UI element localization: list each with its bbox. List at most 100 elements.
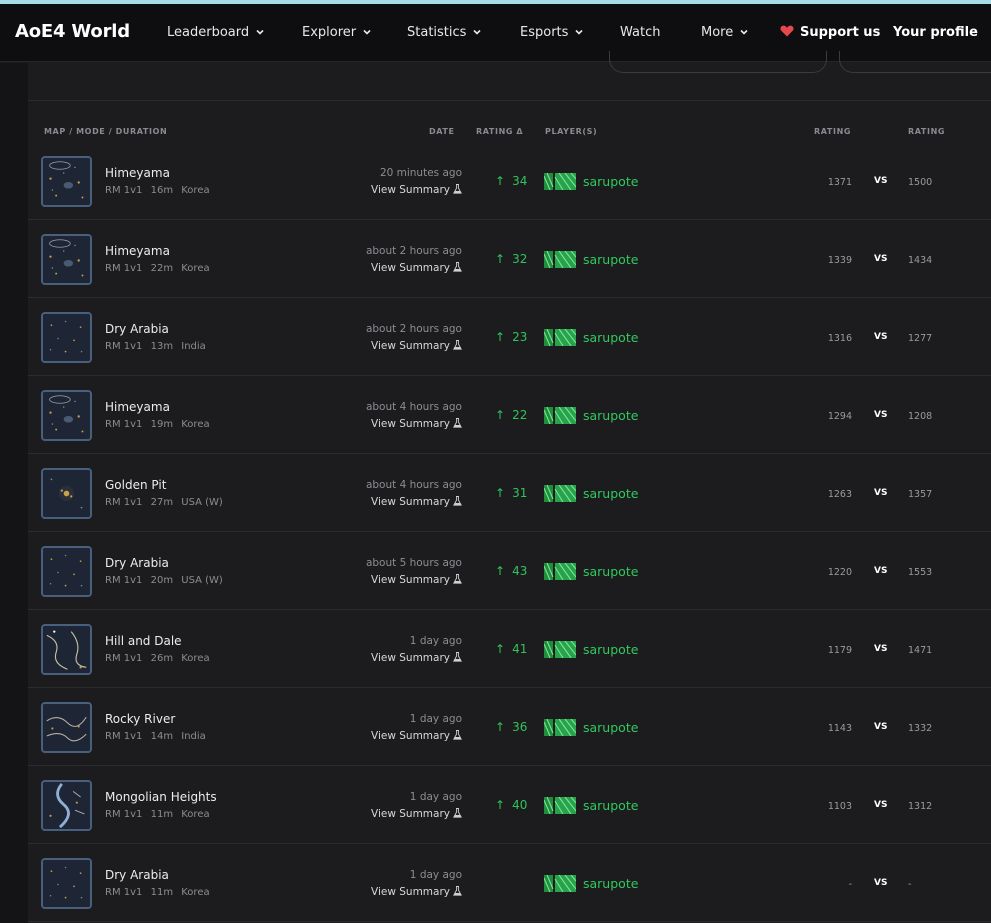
match-mode: RM 1v1: [105, 653, 143, 664]
table-row[interactable]: Dry Arabia RM 1v1 20m USA (W) about 5 ho…: [28, 532, 991, 610]
match-meta: RM 1v1 19m Korea: [105, 419, 215, 430]
player-name[interactable]: sarupote: [583, 642, 638, 657]
nav-statistics[interactable]: Statistics: [407, 25, 482, 40]
map-name[interactable]: Rocky River: [105, 712, 175, 726]
nav-more[interactable]: More: [701, 25, 749, 40]
map-thumbnail-icon: [43, 860, 90, 907]
player-name[interactable]: sarupote: [583, 798, 638, 813]
nav-label: Leaderboard: [167, 25, 250, 40]
map-thumbnail[interactable]: [41, 780, 92, 831]
view-summary-link[interactable]: View Summary: [371, 340, 462, 352]
match-date: about 2 hours ago: [365, 245, 462, 257]
map-name[interactable]: Hill and Dale: [105, 634, 182, 648]
map-name[interactable]: Dry Arabia: [105, 868, 169, 882]
player-rating: 1371: [827, 177, 852, 188]
player-rating: -: [848, 879, 852, 890]
table-row[interactable]: Himeyama RM 1v1 19m Korea about 4 hours …: [28, 376, 991, 454]
table-row[interactable]: Dry Arabia RM 1v1 11m Korea 1 day ago Vi…: [28, 844, 991, 922]
civilization-flag-icon: [544, 173, 576, 190]
map-thumbnail[interactable]: [41, 312, 92, 363]
opponent-rating: 1357: [908, 489, 933, 500]
map-thumbnail-icon: [43, 392, 90, 439]
filter-select[interactable]: [609, 51, 827, 73]
player-name[interactable]: sarupote: [583, 720, 638, 735]
table-row[interactable]: Hill and Dale RM 1v1 26m Korea 1 day ago…: [28, 610, 991, 688]
map-thumbnail[interactable]: [41, 546, 92, 597]
table-row[interactable]: Himeyama RM 1v1 16m Korea 20 minutes ago…: [28, 142, 991, 220]
profile-label: Your profile: [893, 25, 978, 40]
table-row[interactable]: Mongolian Heights RM 1v1 11m Korea 1 day…: [28, 766, 991, 844]
view-summary-link[interactable]: View Summary: [371, 262, 462, 274]
vs-label: VS: [874, 332, 888, 342]
view-summary-link[interactable]: View Summary: [371, 886, 462, 898]
nav-leaderboard[interactable]: Leaderboard: [167, 25, 265, 40]
map-name[interactable]: Dry Arabia: [105, 556, 169, 570]
filter-select[interactable]: [839, 51, 991, 73]
player-name[interactable]: sarupote: [583, 330, 638, 345]
nav-esports[interactable]: Esports: [520, 25, 584, 40]
map-thumbnail[interactable]: [41, 156, 92, 207]
nav-watch[interactable]: Watch: [620, 25, 660, 40]
map-thumbnail[interactable]: [41, 468, 92, 519]
player-name[interactable]: sarupote: [583, 252, 638, 267]
brand-logo[interactable]: AoE4 World: [15, 21, 130, 42]
rating-delta: ↑ 40: [495, 798, 527, 812]
nav-support-us[interactable]: Support us: [780, 25, 880, 40]
view-summary-link[interactable]: View Summary: [371, 652, 462, 664]
match-duration: 19m: [150, 419, 174, 430]
header-map[interactable]: MAP / MODE / DURATION: [44, 127, 167, 136]
match-date: 20 minutes ago: [379, 167, 462, 179]
rating-delta: ↑ 31: [495, 486, 527, 500]
player-name[interactable]: sarupote: [583, 564, 638, 579]
map-name[interactable]: Himeyama: [105, 400, 170, 414]
player-name[interactable]: sarupote: [583, 408, 638, 423]
view-summary-link[interactable]: View Summary: [371, 418, 462, 430]
map-thumbnail[interactable]: [41, 858, 92, 909]
map-name[interactable]: Himeyama: [105, 166, 170, 180]
match-mode: RM 1v1: [105, 731, 143, 742]
match-meta: RM 1v1 14m India: [105, 731, 211, 742]
view-summary-link[interactable]: View Summary: [371, 808, 462, 820]
map-name[interactable]: Dry Arabia: [105, 322, 169, 336]
table-row[interactable]: Dry Arabia RM 1v1 13m India about 2 hour…: [28, 298, 991, 376]
match-server: India: [181, 341, 206, 352]
match-server: USA (W): [181, 497, 223, 508]
view-summary-link[interactable]: View Summary: [371, 184, 462, 196]
view-summary-link[interactable]: View Summary: [371, 574, 462, 586]
arrow-up-icon: ↑: [495, 252, 506, 266]
view-summary-link[interactable]: View Summary: [371, 496, 462, 508]
match-date: about 4 hours ago: [365, 401, 462, 413]
header-date[interactable]: DATE: [429, 127, 455, 136]
flask-icon: [453, 730, 462, 740]
player-name[interactable]: sarupote: [583, 174, 638, 189]
rating-delta-value: 34: [512, 174, 528, 188]
opponent-rating: 1208: [908, 411, 933, 422]
map-name[interactable]: Golden Pit: [105, 478, 166, 492]
header-players: PLAYER(S): [545, 127, 598, 136]
map-thumbnail[interactable]: [41, 702, 92, 753]
header-rating-left: RATING: [814, 127, 852, 136]
header-rating-delta[interactable]: RATING Δ: [476, 127, 523, 136]
map-thumbnail[interactable]: [41, 624, 92, 675]
table-row[interactable]: Himeyama RM 1v1 22m Korea about 2 hours …: [28, 220, 991, 298]
table-row[interactable]: Rocky River RM 1v1 14m India 1 day ago V…: [28, 688, 991, 766]
player-rating: 1103: [827, 801, 852, 812]
nav-your-profile[interactable]: Your profile: [893, 25, 978, 40]
match-duration: 26m: [150, 653, 174, 664]
player-rating: 1263: [827, 489, 852, 500]
match-meta: RM 1v1 16m Korea: [105, 185, 215, 196]
view-summary-link[interactable]: View Summary: [371, 730, 462, 742]
player-name[interactable]: sarupote: [583, 486, 638, 501]
map-thumbnail[interactable]: [41, 234, 92, 285]
table-row[interactable]: Golden Pit RM 1v1 27m USA (W) about 4 ho…: [28, 454, 991, 532]
rating-delta: ↑ 32: [495, 252, 527, 266]
player-name[interactable]: sarupote: [583, 876, 638, 891]
match-meta: RM 1v1 26m Korea: [105, 653, 215, 664]
civilization-flag-icon: [544, 485, 576, 502]
map-name[interactable]: Himeyama: [105, 244, 170, 258]
map-thumbnail[interactable]: [41, 390, 92, 441]
chevron-down-icon: [740, 29, 748, 35]
left-gutter: [0, 63, 28, 923]
map-name[interactable]: Mongolian Heights: [105, 790, 217, 804]
nav-explorer[interactable]: Explorer: [302, 25, 372, 40]
